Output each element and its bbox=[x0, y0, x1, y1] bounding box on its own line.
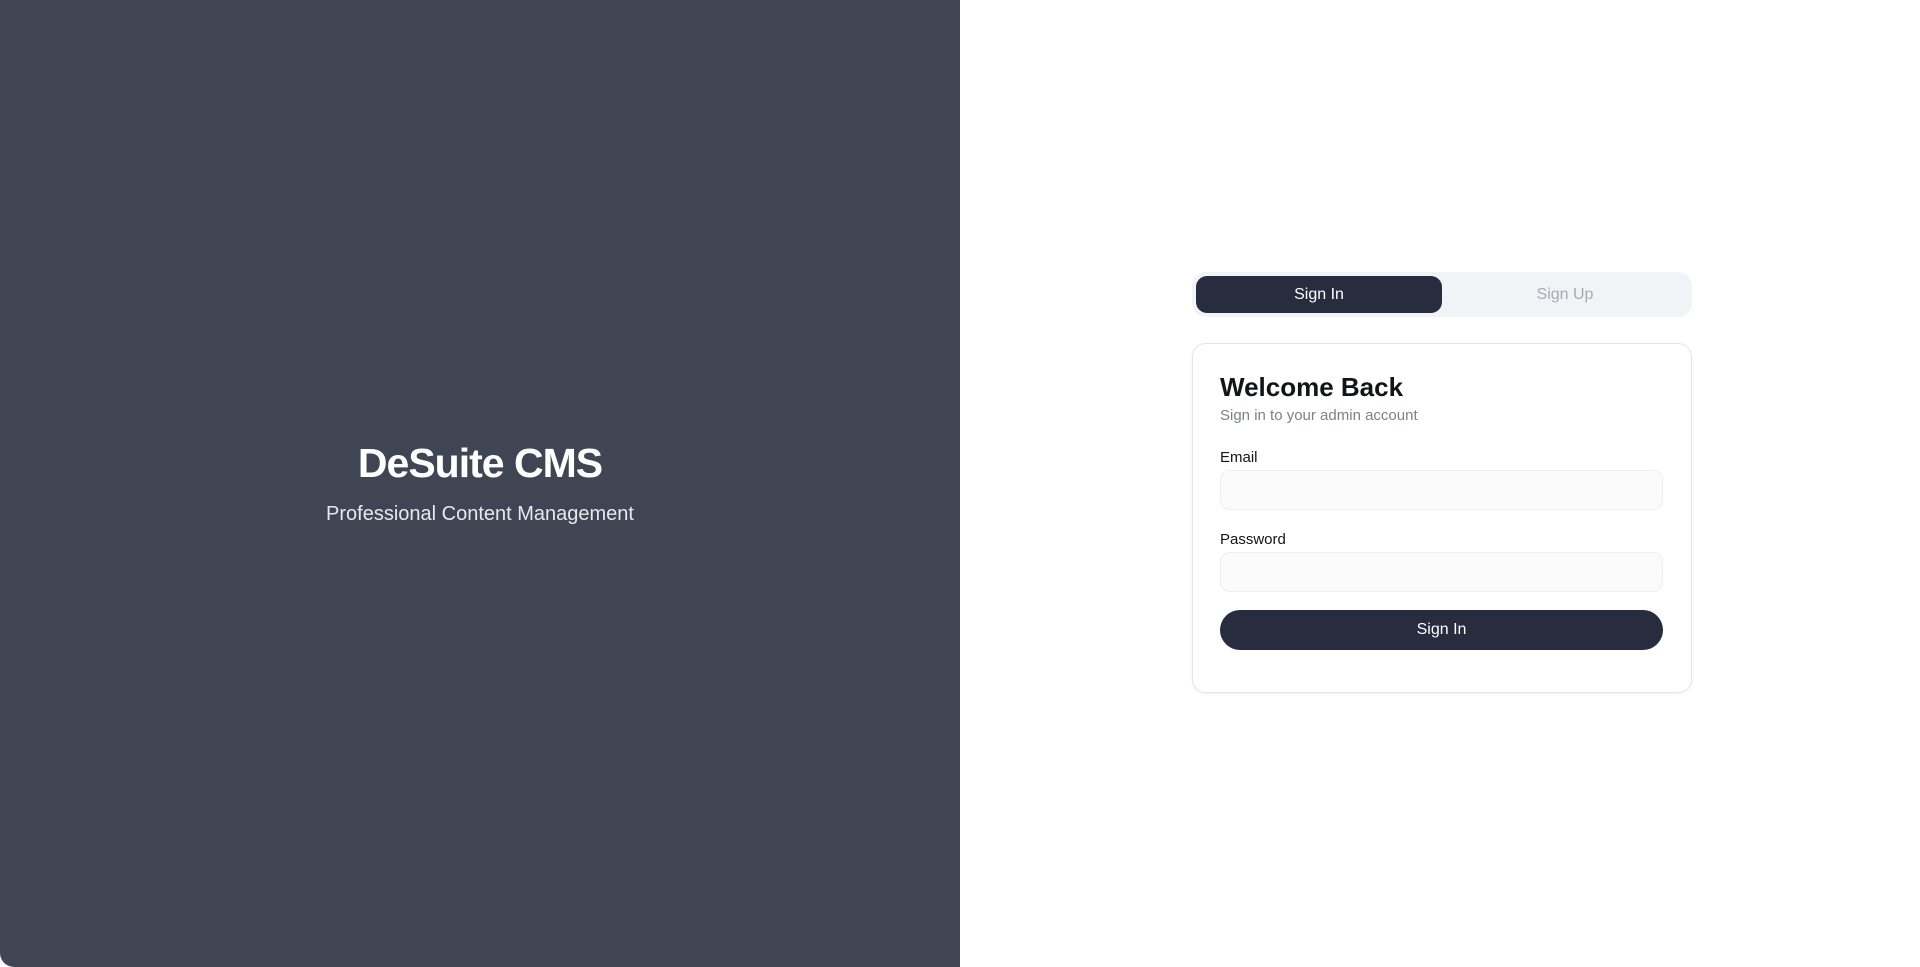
brand-subtitle: Professional Content Management bbox=[326, 503, 634, 526]
auth-panel: Sign In Sign Up Welcome Back Sign in to … bbox=[960, 0, 1920, 967]
sign-in-card: Welcome Back Sign in to your admin accou… bbox=[1192, 343, 1692, 693]
brand-panel: DeSuite CMS Professional Content Managem… bbox=[0, 0, 960, 967]
tab-sign-up[interactable]: Sign Up bbox=[1442, 276, 1688, 313]
email-label: Email bbox=[1220, 449, 1258, 467]
card-title: Welcome Back bbox=[1220, 372, 1404, 402]
auth-tabs: Sign In Sign Up bbox=[1192, 272, 1692, 317]
email-field[interactable] bbox=[1220, 470, 1663, 511]
sign-in-button[interactable]: Sign In bbox=[1220, 610, 1663, 651]
card-subtitle: Sign in to your admin account bbox=[1220, 407, 1418, 425]
tab-sign-in[interactable]: Sign In bbox=[1196, 276, 1442, 313]
password-label: Password bbox=[1220, 531, 1286, 549]
app-window: DeSuite CMS Professional Content Managem… bbox=[0, 0, 1920, 967]
password-field[interactable] bbox=[1220, 552, 1663, 593]
brand-title: DeSuite CMS bbox=[357, 439, 603, 486]
